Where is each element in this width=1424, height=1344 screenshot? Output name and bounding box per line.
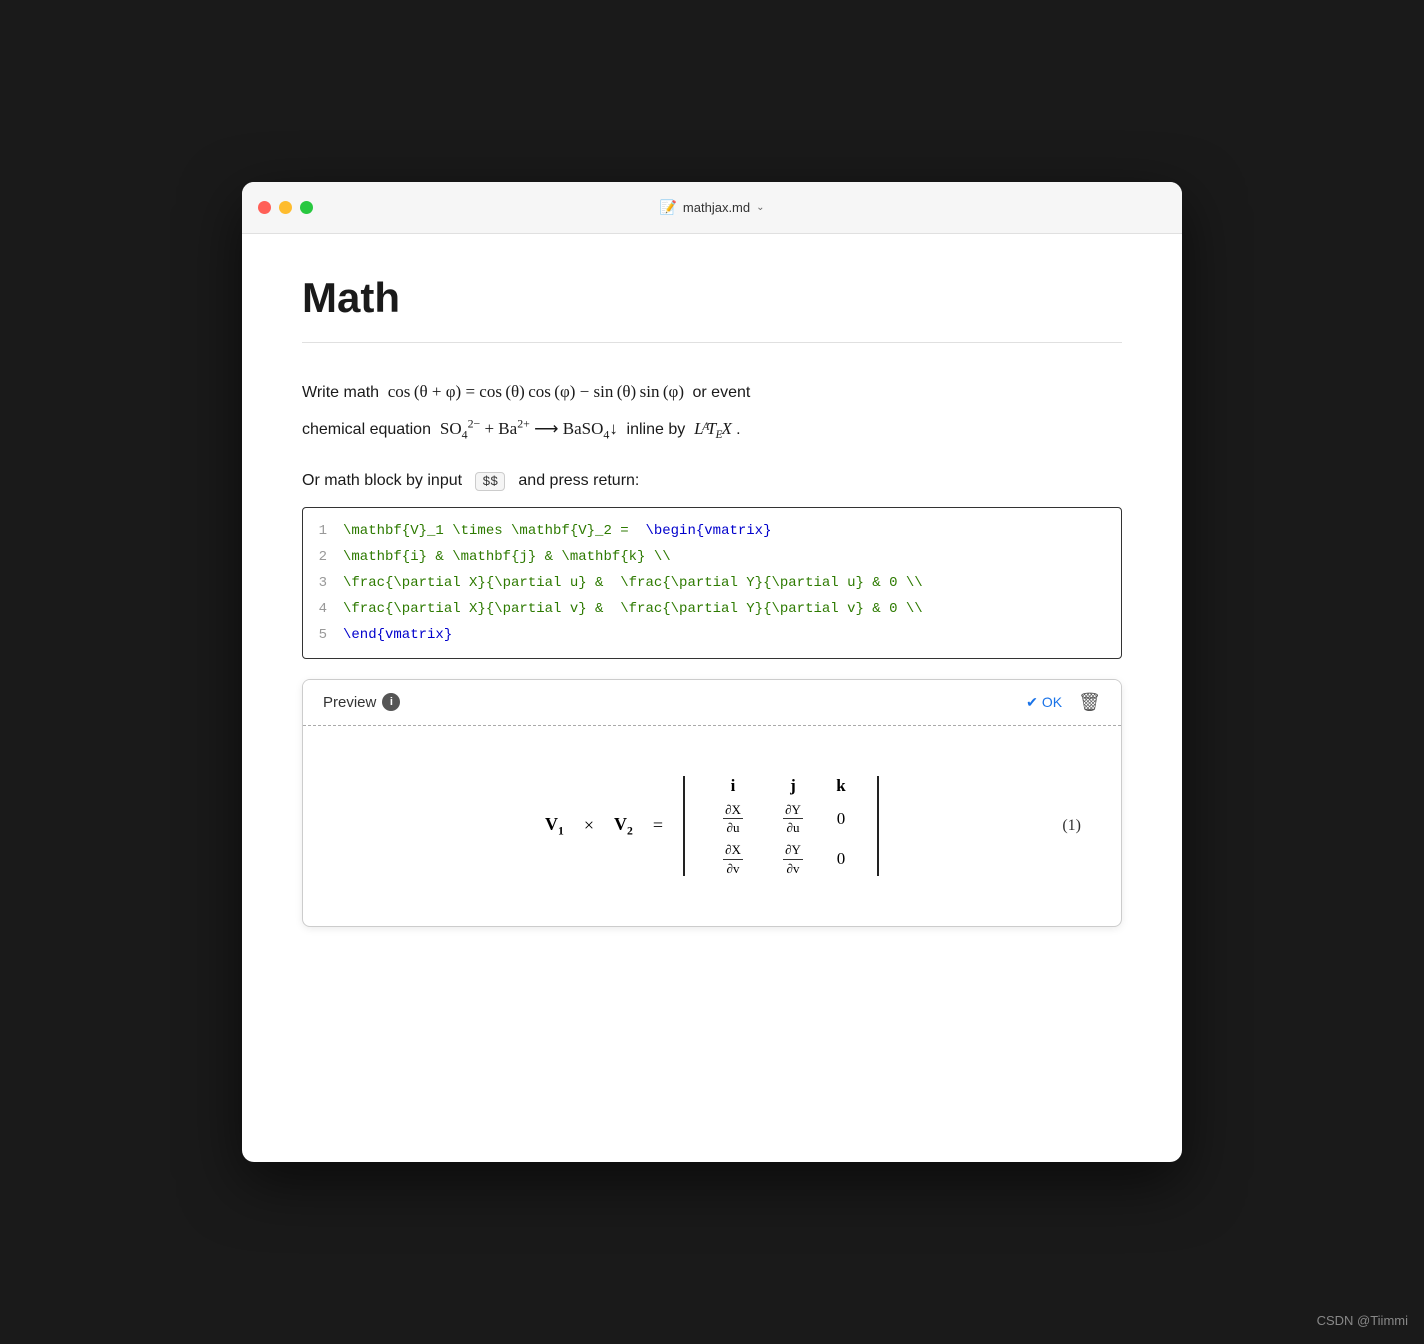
cell-dxdu: ∂X ∂u bbox=[703, 802, 763, 836]
code-line-5: 5 \end{vmatrix} bbox=[303, 622, 1121, 648]
frac-num-dydu: ∂Y bbox=[783, 802, 803, 820]
preview-actions: ✔ OK 🗑 bbox=[1026, 692, 1101, 713]
minimize-button[interactable] bbox=[279, 201, 292, 214]
code-area: 1 \mathbf{V}_1 \times \mathbf{V}_2 = \be… bbox=[303, 508, 1121, 658]
titlebar-center: 📝 mathjax.md ⌄ bbox=[659, 199, 764, 216]
intro-text-2-pre: or event bbox=[693, 384, 751, 401]
intro-chemical-label: chemical equation bbox=[302, 421, 435, 438]
maximize-button[interactable] bbox=[300, 201, 313, 214]
code-line-4: 4 \frac{\partial X}{\partial v} & \frac{… bbox=[303, 596, 1121, 622]
code-line-3: 3 \frac{\partial X}{\partial u} & \frac{… bbox=[303, 570, 1121, 596]
times-operator: × bbox=[584, 815, 594, 836]
frac-den-dxdu: ∂u bbox=[725, 819, 742, 836]
block-intro-line: Or math block by input $$ and press retu… bbox=[302, 472, 1122, 491]
ok-label: OK bbox=[1042, 694, 1062, 710]
vmatrix-right-bar bbox=[871, 776, 879, 876]
ok-button[interactable]: ✔ OK bbox=[1026, 694, 1062, 711]
intro-paragraph: Write math cos (θ + φ) = cos (θ) cos (φ)… bbox=[302, 373, 1122, 448]
line-content-3: \frac{\partial X}{\partial u} & \frac{\p… bbox=[343, 572, 1121, 594]
preview-label-area: Preview i bbox=[323, 693, 400, 711]
cell-k: k bbox=[823, 776, 859, 796]
line-num-2: 2 bbox=[303, 549, 343, 565]
intro-text-1: Write math bbox=[302, 384, 379, 401]
preview-content: V1 × V2 = i j k bbox=[303, 726, 1121, 926]
watermark: CSDN @Tiimmi bbox=[1317, 1313, 1408, 1328]
cell-i: i bbox=[703, 776, 763, 796]
code-block: 1 \mathbf{V}_1 \times \mathbf{V}_2 = \be… bbox=[302, 507, 1122, 659]
frac-num-dxdv: ∂X bbox=[723, 842, 743, 860]
preview-box: Preview i ✔ OK 🗑 V1 bbox=[302, 679, 1122, 927]
cell-dxdv: ∂X ∂v bbox=[703, 842, 763, 876]
latex-period: . bbox=[736, 421, 740, 438]
window-controls bbox=[258, 201, 313, 214]
line-num-1: 1 bbox=[303, 523, 343, 539]
dollar-badge: $$ bbox=[475, 472, 505, 491]
latex-logo: LATEX bbox=[694, 419, 736, 438]
matrix-grid: i j k ∂X ∂u ∂Y bbox=[703, 772, 859, 880]
inline-by-label: inline by bbox=[622, 421, 690, 438]
line-content-2: \mathbf{i} & \mathbf{j} & \mathbf{k} \\ bbox=[343, 546, 1121, 568]
page-title: Math bbox=[302, 274, 1122, 322]
chemical-equation: SO42− + Ba2+ ⟶ BaSO4↓ bbox=[440, 419, 622, 438]
file-icon: 📝 bbox=[659, 199, 676, 216]
line-num-4: 4 bbox=[303, 601, 343, 617]
code-line-1: 1 \mathbf{V}_1 \times \mathbf{V}_2 = \be… bbox=[303, 518, 1121, 544]
frac-den-dydv: ∂v bbox=[785, 860, 802, 877]
code-line-2: 2 \mathbf{i} & \mathbf{j} & \mathbf{k} \… bbox=[303, 544, 1121, 570]
main-content: Math Write math cos (θ + φ) = cos (θ) co… bbox=[242, 234, 1182, 967]
window-title: mathjax.md bbox=[683, 200, 750, 215]
frac-num-dxdu: ∂X bbox=[723, 802, 743, 820]
code-span-1b: \begin{vmatrix} bbox=[645, 523, 771, 539]
matrix-equation: V1 × V2 = i j k bbox=[545, 772, 879, 880]
cell-dydu: ∂Y ∂u bbox=[763, 802, 823, 836]
cell-0-row2: 0 bbox=[823, 802, 859, 836]
block-intro-text: Or math block by input bbox=[302, 472, 462, 489]
v1-bold: V1 bbox=[545, 814, 564, 838]
inline-math-formula: cos (θ + φ) = cos (θ) cos (φ) − sin (θ) … bbox=[384, 382, 693, 401]
trash-icon[interactable]: 🗑 bbox=[1078, 692, 1101, 713]
frac-num-dydv: ∂Y bbox=[783, 842, 803, 860]
equation-number: (1) bbox=[1062, 817, 1081, 835]
title-divider bbox=[302, 342, 1122, 343]
title-dropdown-icon[interactable]: ⌄ bbox=[756, 202, 764, 213]
v2-bold: V2 bbox=[614, 814, 633, 838]
cell-0-row3: 0 bbox=[823, 842, 859, 876]
cell-j: j bbox=[763, 776, 823, 796]
block-suffix-text: and press return: bbox=[518, 472, 639, 489]
vmatrix-left-bar bbox=[683, 776, 691, 876]
check-icon: ✔ bbox=[1026, 694, 1038, 711]
equals-sign: = bbox=[653, 815, 663, 836]
line-content-4: \frac{\partial X}{\partial v} & \frac{\p… bbox=[343, 598, 1121, 620]
info-icon[interactable]: i bbox=[382, 693, 400, 711]
cell-dydv: ∂Y ∂v bbox=[763, 842, 823, 876]
preview-header: Preview i ✔ OK 🗑 bbox=[303, 680, 1121, 725]
close-button[interactable] bbox=[258, 201, 271, 214]
line-num-3: 3 bbox=[303, 575, 343, 591]
line-num-5: 5 bbox=[303, 627, 343, 643]
code-span-1a: \mathbf{V}_1 \times \mathbf{V}_2 = bbox=[343, 523, 645, 539]
titlebar: 📝 mathjax.md ⌄ bbox=[242, 182, 1182, 234]
line-content-1: \mathbf{V}_1 \times \mathbf{V}_2 = \begi… bbox=[343, 520, 1121, 542]
line-content-5: \end{vmatrix} bbox=[343, 624, 1121, 646]
app-window: 📝 mathjax.md ⌄ Math Write math cos (θ + … bbox=[242, 182, 1182, 1162]
preview-text: Preview bbox=[323, 694, 376, 711]
frac-den-dxdv: ∂v bbox=[725, 860, 742, 877]
frac-den-dydu: ∂u bbox=[785, 819, 802, 836]
